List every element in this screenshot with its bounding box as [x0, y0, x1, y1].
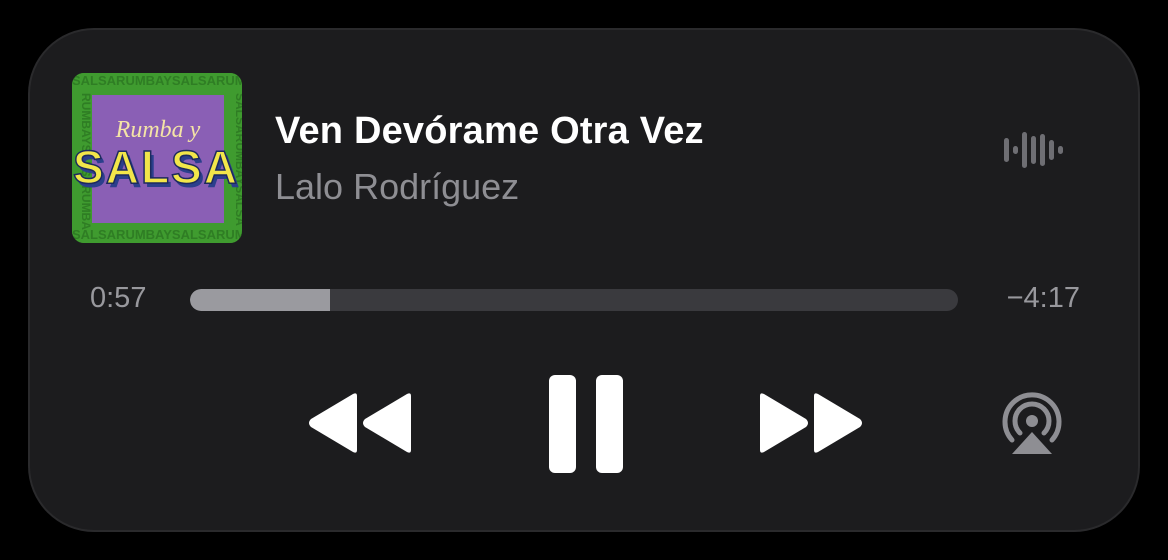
- artwork-line1: Rumba y: [115, 117, 201, 143]
- progress-fill: [190, 289, 330, 311]
- album-artwork-image: SALSARUMBAYSALSARUMBAY SALSARUMBAYSALSAR…: [72, 73, 242, 243]
- pause-icon: [549, 375, 623, 473]
- svg-text:SALSARUMBAYSALSARUMBAY: SALSARUMBAYSALSARUMBAY: [72, 227, 242, 242]
- fast-forward-icon: [760, 393, 862, 453]
- svg-text:SALSARUMBAYSALSARUMBAY: SALSARUMBAYSALSARUMBAY: [72, 73, 242, 88]
- elapsed-time: 0:57: [90, 282, 147, 314]
- airplay-audio-icon: [1002, 392, 1062, 454]
- now-playing-widget: SALSARUMBAYSALSARUMBAY SALSARUMBAYSALSAR…: [30, 30, 1138, 530]
- artwork-line2: SALSA: [73, 141, 239, 193]
- rewind-icon: [309, 393, 411, 453]
- audio-waveform-icon: [1000, 128, 1070, 172]
- album-artwork[interactable]: SALSARUMBAYSALSARUMBAY SALSARUMBAYSALSAR…: [72, 73, 242, 243]
- track-artist[interactable]: Lalo Rodríguez: [275, 166, 519, 208]
- track-title: Ven Devórame Otra Vez: [275, 110, 704, 152]
- airplay-button[interactable]: [998, 392, 1066, 458]
- fast-forward-button[interactable]: [756, 390, 866, 456]
- remaining-time: −4:17: [1006, 282, 1080, 314]
- rewind-button[interactable]: [305, 390, 415, 456]
- pause-button[interactable]: [547, 373, 625, 475]
- progress-scrubber[interactable]: [190, 289, 958, 311]
